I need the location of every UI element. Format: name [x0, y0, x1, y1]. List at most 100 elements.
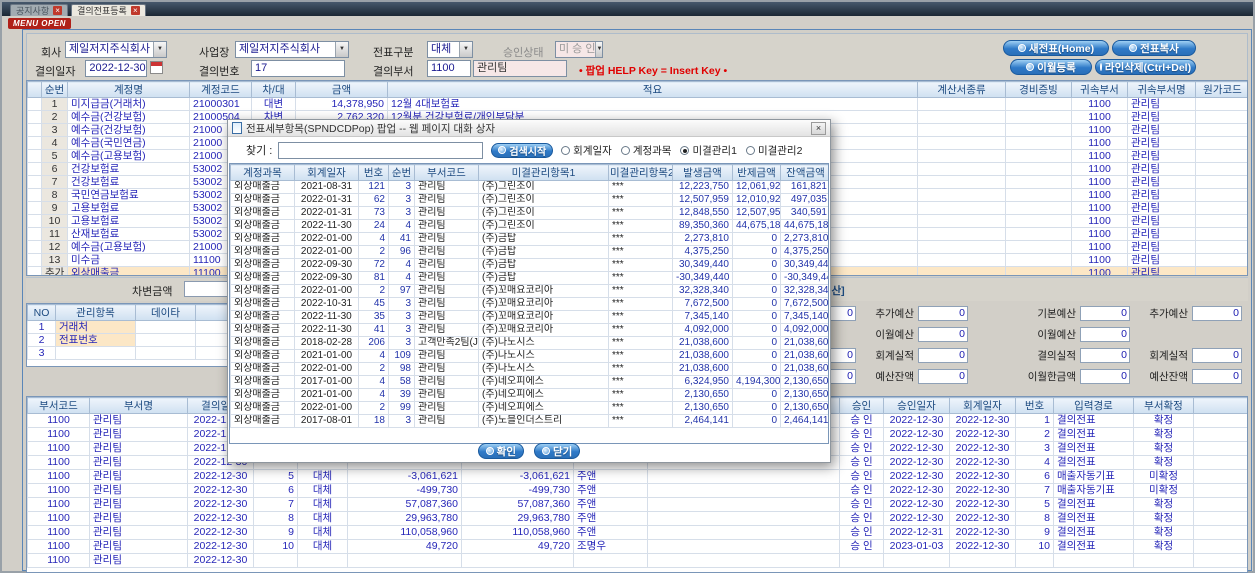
- table-row[interactable]: 외상매출금 2017-01-00 4 58 관리팀 (주)네오피에스 *** 6,324,95…: [230, 375, 828, 389]
- cell: 관리팀: [89, 483, 188, 498]
- radio-option[interactable]: 계정과목: [620, 143, 671, 158]
- date-input[interactable]: 2022-12-30: [85, 60, 147, 77]
- company-label: 회사: [41, 47, 62, 59]
- cell: 1: [1015, 413, 1054, 428]
- cell: 고용보험료: [67, 214, 190, 228]
- column-header: 원가코드: [1195, 81, 1247, 98]
- table-row[interactable]: 외상매출금 2022-11-30 24 4 관리팀 (주)그린조이 *** 89,350,36…: [230, 219, 828, 233]
- table-row[interactable]: 외상매출금 2022-01-00 2 96 관리팀 (주)금탑 *** 4,375,250 0 4…: [230, 245, 828, 259]
- budget-label: 기본예산: [1037, 308, 1076, 320]
- delete-line-button[interactable]: 라인삭제(Ctrl+Del): [1095, 59, 1196, 75]
- cell: 관리팀: [414, 206, 479, 220]
- cell: 21000301: [189, 97, 252, 111]
- cell: [917, 240, 1006, 254]
- cell: 0: [732, 336, 781, 350]
- confirm-button[interactable]: 확인: [477, 443, 524, 459]
- cell: (주)나노시스: [478, 362, 609, 376]
- site-select[interactable]: 제일저지주식회사 ▼: [235, 41, 349, 58]
- calendar-icon[interactable]: [150, 61, 163, 74]
- cell: 4: [358, 375, 389, 389]
- cell: (주)그린조이: [478, 180, 609, 194]
- cell: [647, 497, 840, 512]
- cell: 1100: [1071, 240, 1128, 254]
- table-row[interactable]: 1100 관리팀 2022-12-30: [27, 553, 1247, 568]
- carryover-button[interactable]: 이월등록: [1010, 59, 1092, 75]
- cell: [917, 175, 1006, 189]
- table-row[interactable]: 외상매출금 2022-01-31 73 3 관리팀 (주)그린조이 *** 12,848,55…: [230, 206, 828, 220]
- approval-select[interactable]: 미 승 인 ▼: [555, 41, 603, 58]
- table-row[interactable]: 외상매출금 2022-09-30 72 4 관리팀 (주)금탑 *** 30,349,440 0…: [230, 258, 828, 272]
- search-button[interactable]: 검색시작: [491, 142, 554, 158]
- table-row[interactable]: 외상매출금 2022-01-00 4 41 관리팀 (주)금탑 *** 2,273,810 0 2…: [230, 232, 828, 246]
- no-input[interactable]: 17: [251, 60, 345, 77]
- table-row[interactable]: 1100 관리팀 2022-12-30 10 대체 49,720 49,720 조명우 승 인2…: [27, 539, 1247, 554]
- cell: 72: [358, 258, 389, 272]
- slip-type-select[interactable]: 대체 ▼: [427, 41, 473, 58]
- cell: 관리팀: [1127, 240, 1196, 254]
- table-row[interactable]: 외상매출금 2022-01-00 2 97 관리팀 (주)꼬매요코리아 *** 32,328,…: [230, 284, 828, 298]
- cell: 1100: [1071, 227, 1128, 241]
- budget-value: 0: [918, 348, 968, 363]
- table-row[interactable]: 외상매출금 2022-01-31 62 3 관리팀 (주)그린조이 *** 12,507,95…: [230, 193, 828, 207]
- table-row[interactable]: 1100 관리팀 2022-12-30 8 대체 29,963,780 29,963,780…: [27, 511, 1247, 526]
- table-row[interactable]: 외상매출금 2021-01-00 4 109 관리팀 (주)나노시스 *** 21,038,6…: [230, 349, 828, 363]
- cell: [1193, 553, 1247, 568]
- table-row[interactable]: 1 미지급금(거래처) 21000301 대변 14,378,950 12월 4대보험료 1…: [27, 97, 1247, 111]
- table-row[interactable]: 1100 관리팀 2022-12-30 9 대체 110,058,960 110,058,9…: [27, 525, 1247, 540]
- table-row[interactable]: 외상매출금 2022-09-30 81 4 관리팀 (주)금탑 *** -30,349,440…: [230, 271, 828, 285]
- table-row[interactable]: 외상매출금 2022-01-00 2 99 관리팀 (주)네오피에스 *** 2,130,65…: [230, 401, 828, 415]
- table-row[interactable]: 외상매출금 2022-11-30 41 3 관리팀 (주)꼬매요코리아 *** 4,092,0…: [230, 323, 828, 337]
- company-value: 제일저지주식회사: [69, 43, 150, 55]
- menu-open-badge[interactable]: MENU OPEN: [8, 18, 71, 29]
- cell: 161,821: [780, 180, 828, 194]
- button-label: 전표복사: [1140, 42, 1179, 55]
- table-row[interactable]: 외상매출금 2021-08-31 121 3 관리팀 (주)그린조이 *** 12,223,7…: [230, 180, 828, 194]
- budget-value: 0: [1080, 369, 1130, 384]
- radio-icon: [620, 145, 630, 155]
- site-label: 사업장: [199, 47, 230, 59]
- table-row[interactable]: 외상매출금 2018-02-28 206 3 고객만족2팀(JJ (주)나노시스 *** 21…: [230, 336, 828, 350]
- column-header: 회계일자: [294, 164, 359, 181]
- button-icon: [1099, 63, 1102, 71]
- table-row[interactable]: 외상매출금 2021-01-00 4 39 관리팀 (주)네오피에스 *** 2,130,65…: [230, 388, 828, 402]
- company-select[interactable]: 제일저지주식회사 ▼: [65, 41, 167, 58]
- radio-option[interactable]: 미결관리1: [680, 143, 737, 158]
- close-icon[interactable]: ×: [53, 6, 63, 15]
- radio-group: 회계일자 계정과목 미결관리1 미결관리2: [561, 143, 802, 158]
- cell: [917, 136, 1006, 150]
- close-icon[interactable]: ×: [130, 6, 140, 15]
- app-window: 공지사항 × 결의전표등록 × MENU OPEN 회사 제일저지주식회사 ▼ 사…: [0, 0, 1255, 573]
- column-header: 계정과목: [230, 164, 295, 181]
- button-label: 검색시작: [509, 146, 547, 158]
- cell: 2022-11-30: [294, 219, 359, 233]
- cell: 결의전표: [1053, 441, 1134, 456]
- cell: 1100: [27, 539, 90, 554]
- table-row[interactable]: 외상매출금 2022-01-00 2 98 관리팀 (주)나노시스 *** 21,038,60…: [230, 362, 828, 376]
- cell: 결의전표: [1053, 427, 1134, 442]
- cell: 대체: [297, 469, 348, 484]
- cell: 9: [1015, 525, 1054, 540]
- radio-option[interactable]: 미결관리2: [745, 143, 802, 158]
- table-row[interactable]: 1100 관리팀 2022-12-30 5 대체 -3,061,621 -3,061,621…: [27, 469, 1247, 484]
- close-button[interactable]: 닫기: [534, 443, 581, 459]
- dialog-titlebar[interactable]: 전표세부항목(SPNDCDPop) 팝업 -- 웹 페이지 대화 상자 ×: [228, 120, 830, 137]
- table-row[interactable]: 외상매출금 2017-08-01 18 3 관리팀 (주)노블인더스트리 *** 2,464,…: [230, 414, 828, 428]
- cell: 승 인: [839, 525, 884, 540]
- tab-voucher-entry[interactable]: 결의전표등록 ×: [71, 4, 146, 16]
- cell: 예수금(건강보험): [67, 110, 190, 124]
- table-row[interactable]: 외상매출금 2022-11-30 35 3 관리팀 (주)꼬매요코리아 *** 7,345,1…: [230, 310, 828, 324]
- cell: (주)그린조이: [478, 219, 609, 233]
- copy-voucher-button[interactable]: 전표복사: [1112, 40, 1196, 56]
- cell: 관리팀: [89, 455, 188, 470]
- table-row[interactable]: 1100 관리팀 2022-12-30 6 대체 -499,730 -499,730 주앤 승 …: [27, 483, 1247, 498]
- column-header: 번호: [358, 164, 389, 181]
- find-input[interactable]: [278, 141, 484, 159]
- new-voucher-button[interactable]: 새전표(Home): [1003, 40, 1109, 56]
- close-icon[interactable]: ×: [811, 121, 826, 135]
- radio-option[interactable]: 회계일자: [561, 143, 612, 158]
- table-row[interactable]: 1100 관리팀 2022-12-30 7 대체 57,087,360 57,087,360…: [27, 497, 1247, 512]
- dept-code-input[interactable]: 1100: [427, 60, 471, 77]
- tab-notice[interactable]: 공지사항 ×: [10, 4, 69, 16]
- cell: [135, 346, 196, 360]
- table-row[interactable]: 외상매출금 2022-10-31 45 3 관리팀 (주)꼬매요코리아 *** 7,672,5…: [230, 297, 828, 311]
